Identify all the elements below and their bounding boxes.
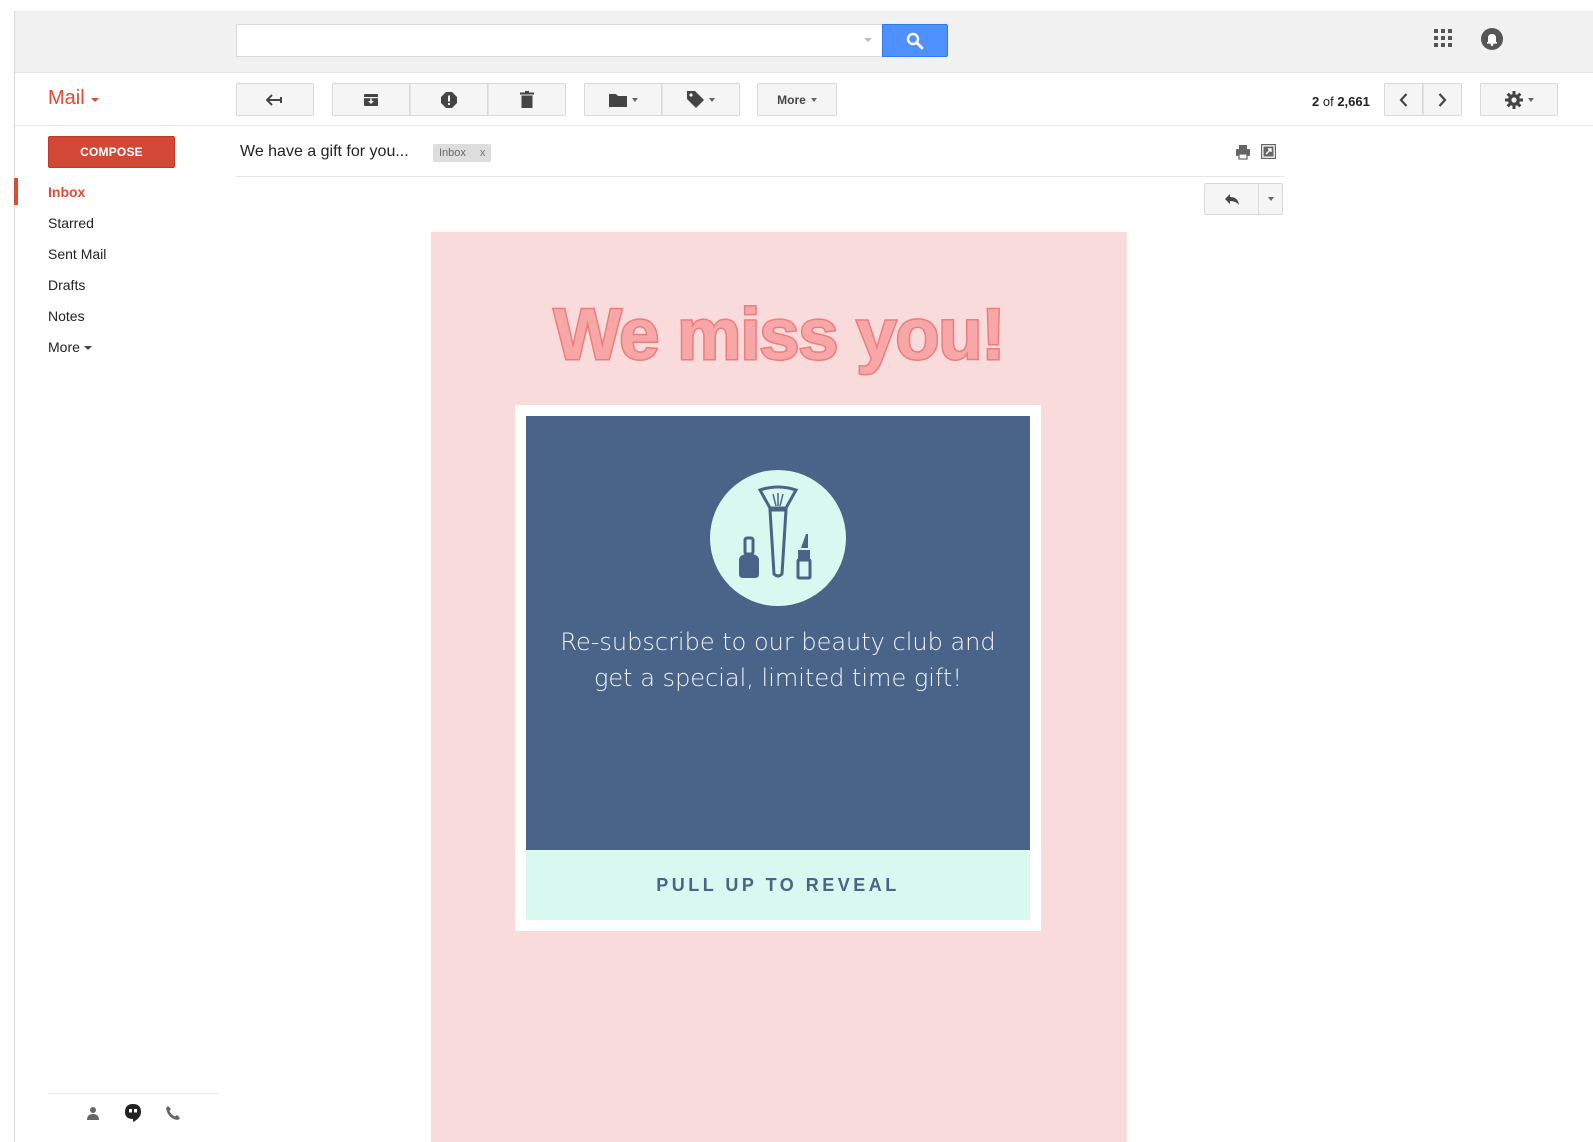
remove-label-button[interactable]: x: [480, 147, 486, 159]
hangouts-icon: [125, 1104, 141, 1122]
sidebar-item-starred[interactable]: Starred: [15, 207, 225, 238]
sidebar-item-label: Notes: [48, 307, 85, 324]
inbox-label-chip[interactable]: Inbox x: [433, 144, 492, 162]
search-box: [236, 24, 948, 57]
search-input[interactable]: [236, 24, 882, 57]
pull-up-to-reveal-button[interactable]: PULL UP TO REVEAL: [526, 850, 1030, 920]
gmail-window: Mail More 2 of 2,661 COMPOSE Inbox Starr…: [14, 11, 1593, 1142]
sidebar-item-inbox[interactable]: Inbox: [14, 176, 225, 207]
search-options-chevron-icon[interactable]: [864, 38, 872, 42]
pagination-count: 2 of 2,661: [1312, 94, 1370, 109]
app-title: Mail: [48, 87, 85, 109]
delete-button[interactable]: [488, 83, 566, 116]
contacts-button[interactable]: [82, 1102, 104, 1124]
sidebar-nav: Inbox Starred Sent Mail Drafts Notes Mor…: [14, 176, 225, 362]
sidebar-item-label: Sent Mail: [48, 245, 107, 262]
more-actions-label: More: [777, 92, 806, 107]
reply-icon: [1224, 193, 1239, 205]
sidebar-item-more[interactable]: More: [15, 331, 225, 362]
search-icon: [906, 32, 924, 49]
chevron-down-icon: [810, 97, 817, 102]
report-spam-button[interactable]: [410, 83, 488, 116]
newer-button[interactable]: [1384, 83, 1423, 116]
pager-current: 2: [1312, 94, 1320, 109]
chevron-left-icon: [1399, 92, 1408, 107]
beauty-products-icon: [739, 485, 812, 580]
more-actions-button[interactable]: More: [757, 83, 837, 116]
gear-icon: [1504, 90, 1523, 109]
back-arrow-icon: [266, 93, 282, 106]
delete-icon: [520, 91, 534, 108]
chevron-down-icon: [631, 97, 638, 102]
move-to-button[interactable]: [584, 83, 662, 116]
label-tag-icon: [687, 91, 704, 108]
message-subject: We have a gift for you...: [240, 143, 409, 160]
lipstick-icon: [796, 534, 812, 580]
email-headline: We miss you!: [552, 294, 1007, 377]
top-bar: [15, 11, 1593, 73]
search-button[interactable]: [882, 24, 948, 57]
pager-total: 2,661: [1337, 94, 1370, 109]
promo-card-panel: Re-subscribe to our beauty club and get …: [526, 416, 1030, 850]
contacts-icon: [87, 1107, 99, 1120]
mail-menu[interactable]: Mail: [48, 87, 99, 110]
chevron-right-icon: [1438, 92, 1447, 107]
email-body: We miss you! Re-subscribe to our beauty …: [431, 232, 1127, 1142]
report-spam-icon: [441, 91, 457, 108]
hangouts-button[interactable]: [122, 1102, 144, 1124]
beauty-products-badge: [710, 470, 846, 606]
phone-button[interactable]: [162, 1102, 184, 1124]
sidebar-item-label: Starred: [48, 214, 94, 231]
promo-message: Re-subscribe to our beauty club and get …: [526, 624, 1030, 696]
reply-more-button[interactable]: [1259, 183, 1283, 215]
folder-icon: [608, 93, 627, 107]
hangouts-bar: [48, 1093, 218, 1142]
promo-line-1: Re-subscribe to our beauty club and: [560, 628, 996, 656]
labels-button[interactable]: [662, 83, 740, 116]
pager-of: of: [1322, 94, 1334, 109]
new-window-icon[interactable]: [1261, 144, 1276, 159]
label-chip-text: Inbox: [439, 147, 466, 159]
nail-polish-icon: [739, 536, 759, 578]
older-button[interactable]: [1423, 83, 1462, 116]
phone-icon: [166, 1106, 180, 1120]
makeup-brush-icon: [757, 485, 799, 578]
chevron-down-icon: [83, 345, 92, 350]
sidebar-item-label: Drafts: [48, 276, 86, 293]
apps-grid-icon[interactable]: [1434, 29, 1452, 47]
chevron-down-icon: [1527, 97, 1534, 102]
chevron-down-icon: [709, 97, 715, 102]
back-button[interactable]: [236, 83, 314, 116]
header-divider: [236, 176, 1284, 177]
sidebar-item-label: Inbox: [48, 183, 86, 200]
sidebar-item-notes[interactable]: Notes: [15, 300, 225, 331]
print-icon[interactable]: [1235, 144, 1251, 160]
chevron-down-icon: [90, 98, 99, 102]
sidebar-item-label: More: [48, 338, 80, 355]
promo-card: Re-subscribe to our beauty club and get …: [515, 405, 1041, 931]
promo-line-2: get a special, limited time gift!: [594, 664, 962, 692]
notifications-icon[interactable]: [1480, 27, 1504, 51]
sidebar-item-drafts[interactable]: Drafts: [15, 269, 225, 300]
reply-button[interactable]: [1204, 183, 1259, 215]
archive-icon: [364, 93, 378, 106]
toolbar: Mail More 2 of 2,661: [15, 73, 1593, 126]
archive-button[interactable]: [332, 83, 410, 116]
reply-controls: [1204, 183, 1283, 215]
sidebar-item-sent-mail[interactable]: Sent Mail: [15, 238, 225, 269]
chevron-down-icon: [1267, 197, 1274, 201]
compose-button[interactable]: COMPOSE: [48, 136, 175, 168]
settings-button[interactable]: [1480, 83, 1558, 116]
